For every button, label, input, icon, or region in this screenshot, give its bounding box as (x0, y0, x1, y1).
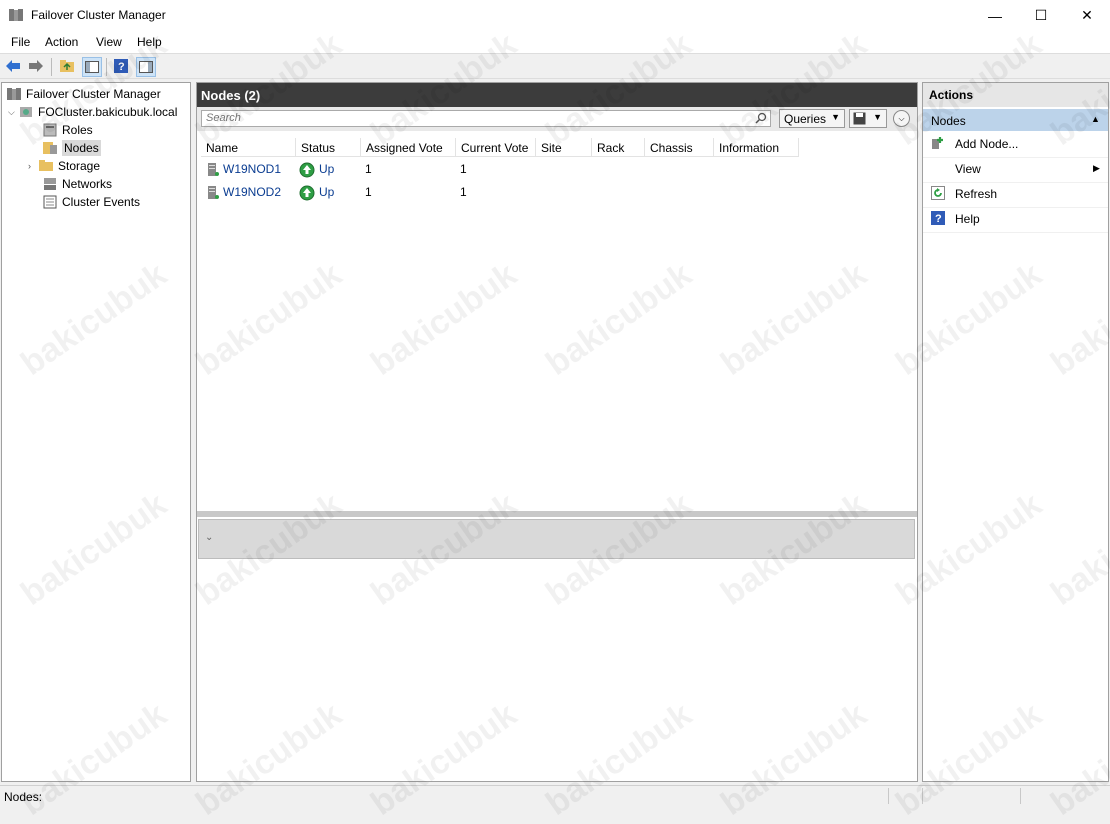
assigned-vote: 1 (365, 185, 372, 199)
up-folder-icon[interactable] (58, 57, 76, 75)
cluster-events-icon (43, 195, 57, 209)
status-divider (888, 788, 889, 804)
assigned-vote: 1 (365, 162, 372, 176)
tree-item-storage[interactable]: › Storage (28, 157, 100, 175)
cluster-icon (20, 107, 32, 117)
column-header-status[interactable]: Status (296, 138, 361, 157)
node-status: Up (319, 162, 335, 176)
column-header-rack[interactable]: Rack (592, 138, 645, 157)
submenu-arrow-icon: ▶ (1093, 163, 1100, 173)
column-header-information[interactable]: Information (714, 138, 799, 157)
toolbar: ? (0, 53, 1110, 79)
toolbar-separator (106, 58, 107, 76)
collapse-up-icon[interactable]: ▲ (1091, 114, 1100, 124)
cluster-manager-icon (7, 88, 21, 100)
navigation-tree: Failover Cluster Manager ⌵ FOCluster.bak… (1, 82, 191, 782)
current-vote: 1 (460, 185, 467, 199)
help-icon[interactable]: ? (112, 57, 130, 75)
results-title: Nodes (2) (201, 88, 261, 103)
server-icon (208, 163, 219, 176)
storage-icon (39, 160, 53, 171)
tree-item-nodes[interactable]: Nodes (42, 139, 101, 157)
pane-splitter[interactable] (197, 511, 917, 517)
networks-icon (44, 178, 56, 190)
svg-text:?: ? (935, 213, 942, 225)
actions-section-label: Nodes (931, 114, 966, 128)
node-name: W19NOD2 (223, 185, 282, 199)
column-header-chassis[interactable]: Chassis (645, 138, 714, 157)
queries-dropdown[interactable]: Queries ▼ (779, 109, 845, 128)
table-row[interactable]: W19NOD2 Up 1 1 (201, 181, 913, 204)
add-node-icon (932, 137, 943, 149)
column-header-assigned-vote[interactable]: Assigned Vote (361, 138, 456, 157)
back-arrow-icon[interactable] (4, 57, 22, 75)
tree-item-cluster-events[interactable]: Cluster Events (42, 193, 140, 211)
menu-file[interactable]: File (9, 35, 32, 49)
actions-header: Actions (923, 83, 1108, 107)
tree-root-label: Failover Cluster Manager (26, 87, 161, 101)
nodes-icon (43, 142, 57, 154)
table-row[interactable]: W19NOD1 Up 1 1 (201, 158, 913, 181)
roles-icon (43, 123, 57, 137)
results-header: Nodes (2) (197, 83, 917, 107)
status-divider (1020, 788, 1021, 804)
filter-bar: Search Queries ▼ ▼ ⌵ (197, 107, 917, 131)
chevron-right-icon[interactable]: › (28, 161, 38, 171)
actions-section-nodes[interactable]: Nodes ▲ (923, 109, 1108, 131)
status-text: Nodes: (4, 790, 43, 804)
action-add-node[interactable]: Add Node... (923, 132, 1108, 158)
current-vote: 1 (460, 162, 467, 176)
tree-item-roles[interactable]: Roles (42, 121, 93, 139)
menu-view[interactable]: View (94, 35, 124, 49)
menu-help[interactable]: Help (135, 35, 164, 49)
tree-root[interactable]: Failover Cluster Manager (6, 85, 161, 103)
title-bar: Failover Cluster Manager — ☐ ✕ (0, 0, 1110, 31)
close-button[interactable]: ✕ (1064, 0, 1110, 31)
tree-cluster-label: FOCluster.bakicubuk.local (38, 105, 178, 119)
search-input[interactable]: Search (201, 110, 771, 127)
actions-title: Actions (929, 88, 974, 102)
action-view[interactable]: View ▶ (923, 157, 1108, 183)
save-icon (853, 112, 866, 125)
minimize-button[interactable]: — (972, 0, 1018, 31)
show-hide-action-pane-icon[interactable] (136, 57, 156, 77)
status-up-icon (299, 185, 315, 201)
refresh-icon (931, 186, 945, 200)
status-divider (922, 788, 923, 804)
node-name: W19NOD1 (223, 162, 282, 176)
action-refresh[interactable]: Refresh (923, 182, 1108, 208)
cluster-manager-icon (9, 9, 23, 21)
details-collapsed-bar[interactable]: ⌄ (198, 519, 915, 559)
window-title: Failover Cluster Manager (31, 8, 166, 22)
svg-text:?: ? (118, 61, 125, 73)
save-query-button[interactable]: ▼ (849, 109, 887, 128)
tree-item-networks[interactable]: Networks (42, 175, 112, 193)
node-status: Up (319, 185, 335, 199)
menu-bar: File Action View Help (0, 31, 1110, 53)
show-hide-tree-icon[interactable] (82, 57, 102, 77)
server-icon (208, 186, 219, 199)
actions-pane: Actions Nodes ▲ Add Node... View ▶ Refre… (922, 82, 1109, 782)
maximize-button[interactable]: ☐ (1018, 0, 1064, 31)
chevron-down-icon[interactable]: ⌵ (8, 107, 18, 118)
forward-arrow-icon[interactable] (27, 57, 45, 75)
queries-label: Queries (784, 112, 827, 126)
search-icon[interactable] (755, 112, 767, 124)
results-pane: Nodes (2) Search Queries ▼ ▼ ⌵ Name Stat… (196, 82, 918, 782)
action-help[interactable]: ? Help (923, 207, 1108, 233)
help-icon: ? (931, 211, 945, 225)
status-bar: Nodes: (0, 785, 1110, 807)
column-header-current-vote[interactable]: Current Vote (456, 138, 536, 157)
collapse-filter-icon[interactable]: ⌵ (893, 110, 910, 127)
dropdown-arrow-icon: ▼ (831, 112, 840, 122)
status-up-icon (299, 162, 315, 178)
menu-action[interactable]: Action (43, 35, 80, 49)
column-header-site[interactable]: Site (536, 138, 592, 157)
column-header-name[interactable]: Name (201, 138, 296, 157)
chevron-down-icon[interactable]: ⌄ (205, 532, 213, 543)
toolbar-separator (51, 58, 52, 76)
dropdown-arrow-icon: ▼ (873, 112, 882, 122)
tree-cluster[interactable]: ⌵ FOCluster.bakicubuk.local (8, 103, 177, 121)
